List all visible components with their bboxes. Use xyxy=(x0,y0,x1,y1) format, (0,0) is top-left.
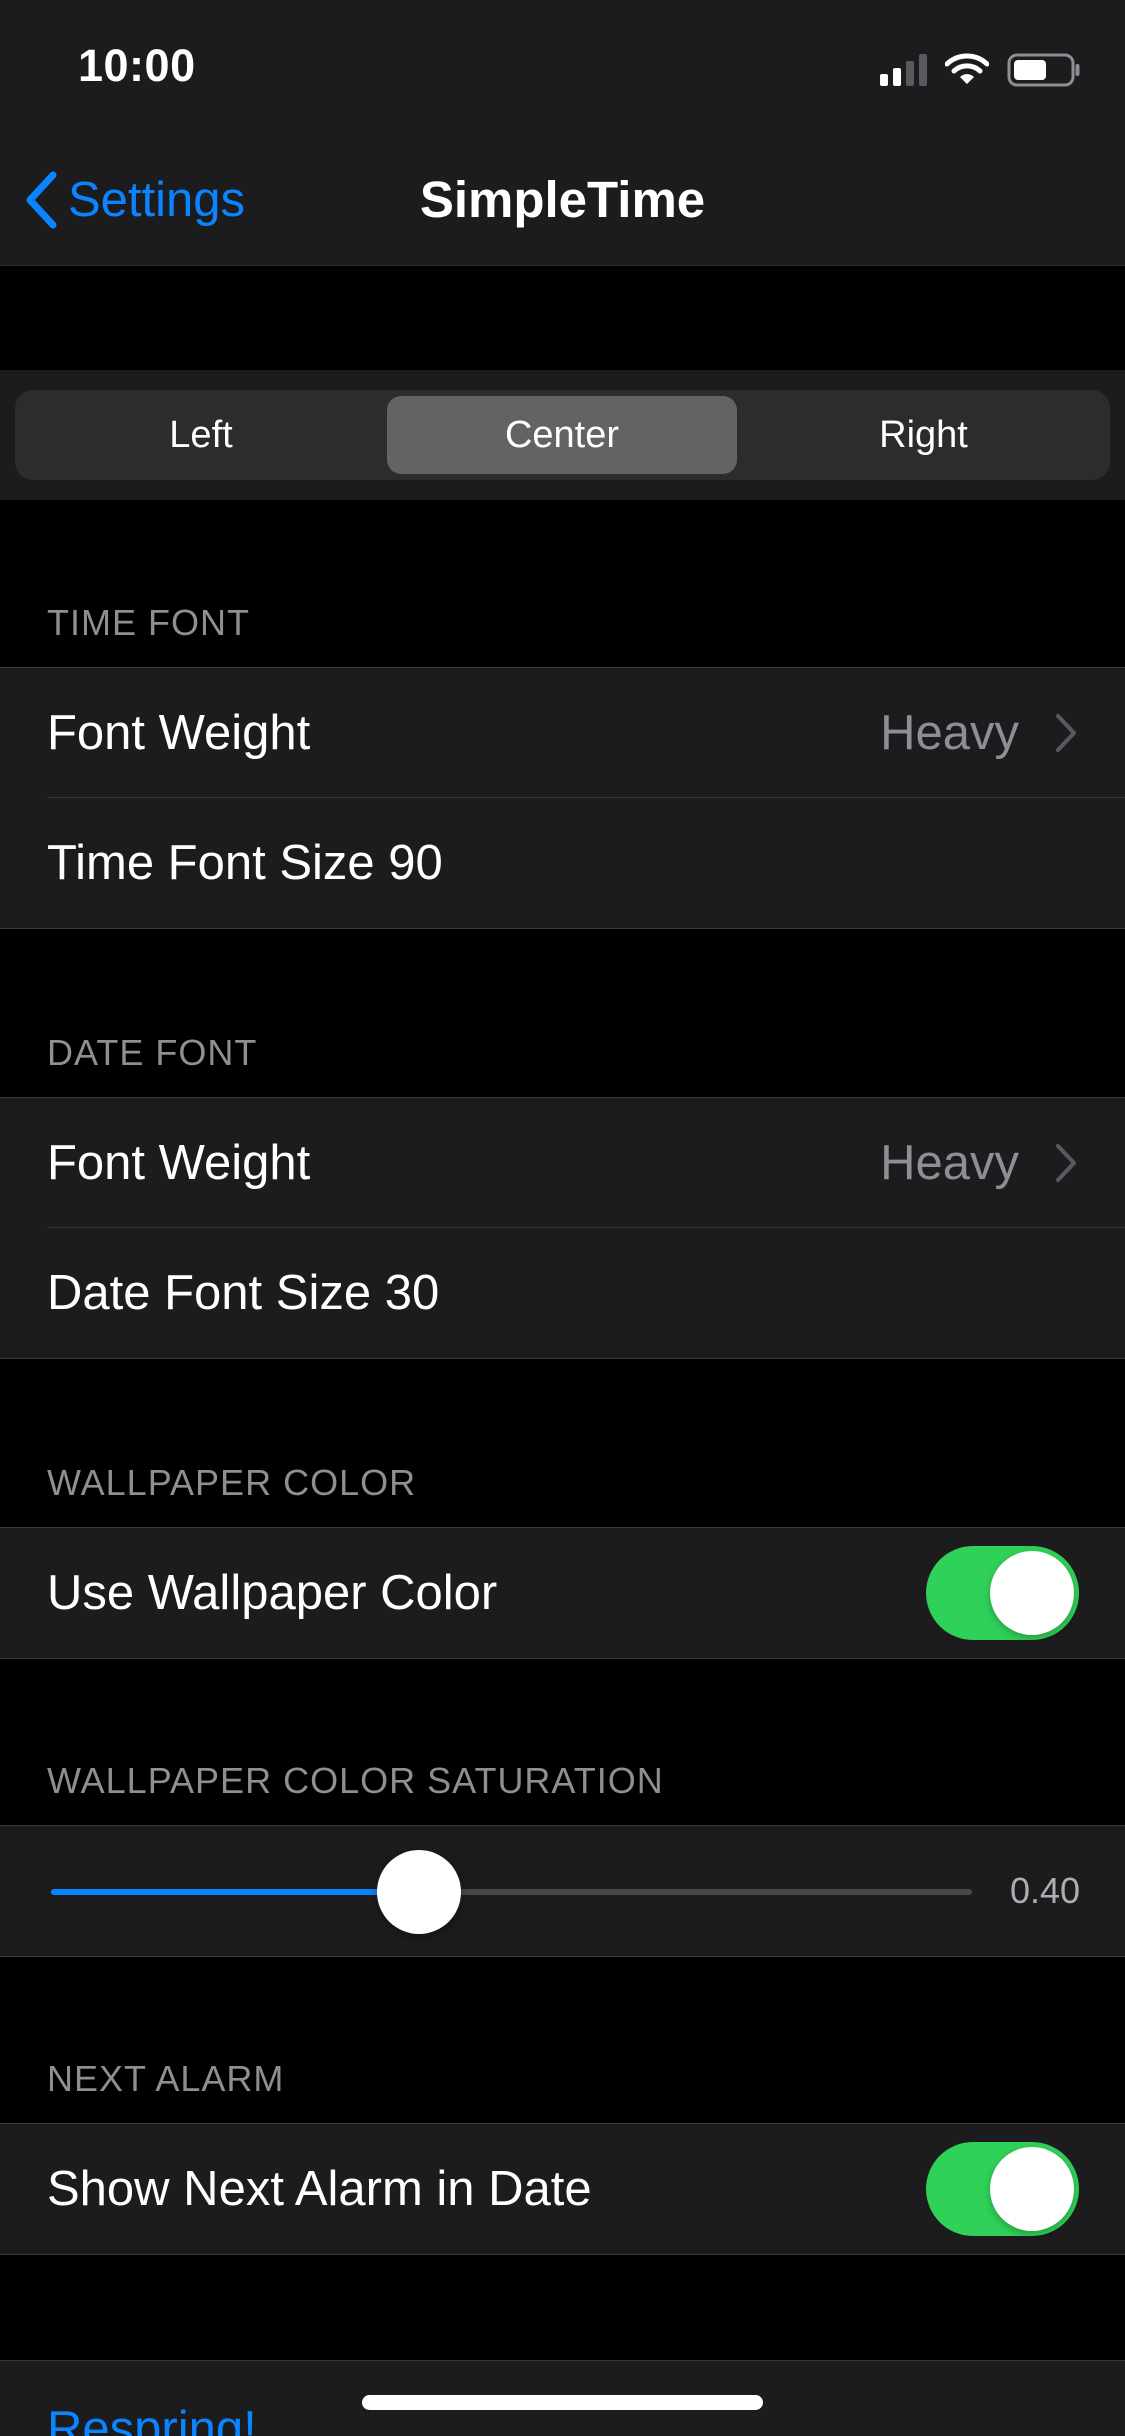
status-icons xyxy=(880,50,1081,90)
chevron-right-icon xyxy=(1056,714,1076,752)
section-divider xyxy=(0,1358,1125,1359)
use-wallpaper-color-cell: Use Wallpaper Color xyxy=(0,1528,1125,1658)
use-wallpaper-color-toggle[interactable] xyxy=(926,1546,1079,1640)
time-font-weight-cell[interactable]: Font Weight Heavy xyxy=(0,668,1125,798)
wallpaper-saturation-header: WALLPAPER COLOR SATURATION xyxy=(47,1760,664,1801)
home-indicator xyxy=(362,2395,763,2410)
wallpaper-color-header: WALLPAPER COLOR xyxy=(47,1462,417,1503)
time-font-weight-label: Font Weight xyxy=(47,706,311,760)
show-next-alarm-cell: Show Next Alarm in Date xyxy=(0,2124,1125,2254)
date-font-size-label: Date Font Size 30 xyxy=(47,1266,440,1320)
time-font-size-cell[interactable]: Time Font Size 90 xyxy=(0,798,1125,928)
alignment-segmented-control: Left Center Right xyxy=(15,390,1110,480)
alignment-section: Left Center Right xyxy=(0,370,1125,500)
time-font-weight-value: Heavy xyxy=(880,706,1019,760)
cellular-signal-icon xyxy=(880,54,927,86)
show-next-alarm-label: Show Next Alarm in Date xyxy=(47,2162,592,2216)
battery-icon xyxy=(1007,53,1080,87)
respring-button[interactable]: Respring! xyxy=(47,2401,257,2436)
toggle-knob xyxy=(990,1551,1074,1635)
section-divider xyxy=(0,1658,1125,1659)
saturation-value: 0.40 xyxy=(1010,1870,1080,1911)
chevron-right-icon xyxy=(1056,1144,1076,1182)
section-divider xyxy=(0,1956,1125,1957)
toggle-knob xyxy=(990,2147,1074,2231)
section-divider xyxy=(0,2254,1125,2255)
saturation-slider-fill xyxy=(51,1889,419,1895)
status-time: 10:00 xyxy=(78,40,196,91)
saturation-slider-thumb[interactable] xyxy=(377,1850,461,1934)
wallpaper-saturation-cell: 0.40 xyxy=(0,1826,1125,1956)
segment-left[interactable]: Left xyxy=(21,390,381,480)
next-alarm-header: NEXT ALARM xyxy=(47,2058,285,2099)
section-divider xyxy=(0,928,1125,929)
saturation-slider[interactable] xyxy=(51,1850,972,1934)
wifi-icon xyxy=(945,53,989,84)
segment-right[interactable]: Right xyxy=(743,390,1104,480)
date-font-size-cell[interactable]: Date Font Size 30 xyxy=(0,1228,1125,1358)
date-font-weight-label: Font Weight xyxy=(47,1136,311,1190)
page-title: SimpleTime xyxy=(419,171,706,228)
date-font-weight-value: Heavy xyxy=(880,1136,1019,1190)
segment-center[interactable]: Center xyxy=(387,396,737,474)
date-font-header: DATE FONT xyxy=(47,1032,258,1073)
show-next-alarm-toggle[interactable] xyxy=(926,2142,1079,2236)
time-font-size-label: Time Font Size 90 xyxy=(47,836,443,890)
time-font-header: TIME FONT xyxy=(47,602,250,643)
navigation-bar: 10:00 Settings SimpleTime xyxy=(0,0,1125,266)
date-font-weight-cell[interactable]: Font Weight Heavy xyxy=(0,1098,1125,1228)
use-wallpaper-color-label: Use Wallpaper Color xyxy=(47,1566,498,1620)
